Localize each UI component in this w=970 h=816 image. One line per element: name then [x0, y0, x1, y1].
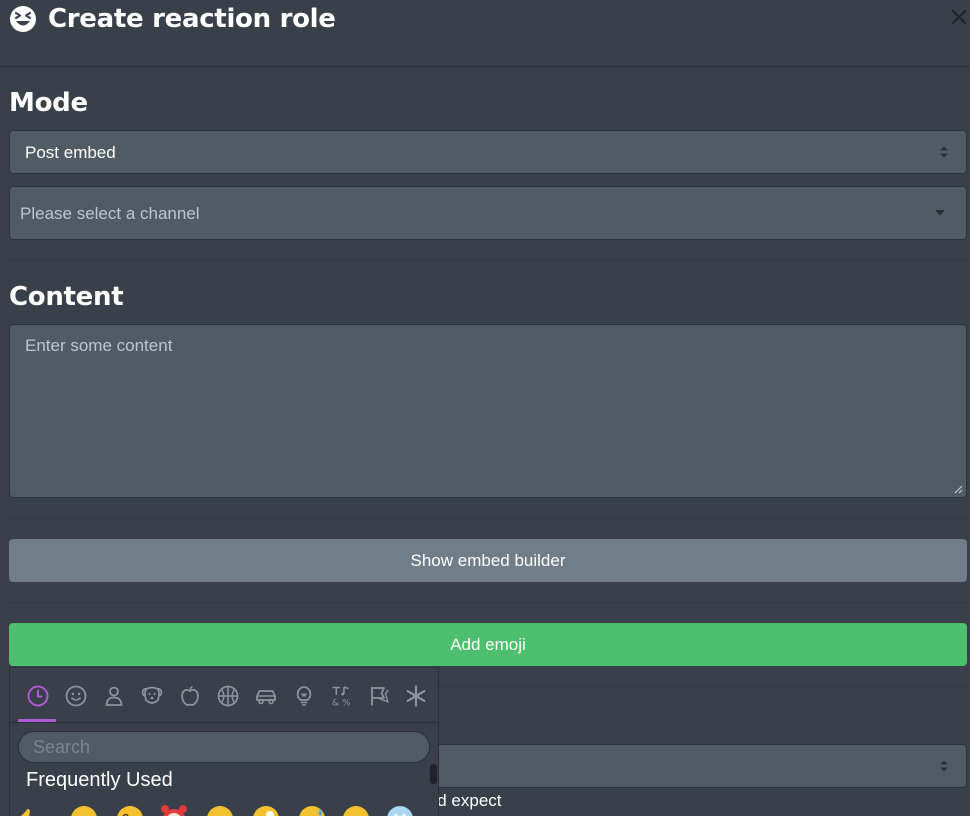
- frequently-used-icon[interactable]: [26, 684, 50, 708]
- frequently-used-label: Frequently Used: [26, 769, 173, 791]
- emoji-search-input[interactable]: [18, 731, 430, 763]
- add-emoji-button[interactable]: Add emoji: [9, 623, 967, 666]
- chevron-down-icon: [935, 210, 945, 216]
- resize-grip-icon[interactable]: [954, 485, 963, 494]
- content-heading: Content: [9, 282, 124, 312]
- animals-icon[interactable]: [140, 684, 164, 708]
- people-icon[interactable]: [102, 684, 126, 708]
- symbols-icon[interactable]: & %: [330, 684, 354, 708]
- show-embed-builder-button[interactable]: Show embed builder: [9, 539, 967, 582]
- thumbs-up-emoji[interactable]: [20, 805, 40, 816]
- divider: [9, 260, 967, 261]
- travel-icon[interactable]: [254, 684, 278, 708]
- mode-heading: Mode: [9, 88, 88, 118]
- svg-text:%: %: [342, 699, 351, 709]
- channel-select-placeholder: Please select a channel: [20, 204, 200, 223]
- modal-header: Create reaction role: [0, 0, 970, 67]
- food-icon[interactable]: [178, 684, 202, 708]
- modal-title: Create reaction role: [48, 4, 336, 34]
- activities-icon[interactable]: [216, 684, 240, 708]
- custom-icon[interactable]: [404, 684, 428, 708]
- sweat-smile-emoji[interactable]: [298, 805, 326, 816]
- grinning-squint-face-icon: [10, 6, 36, 32]
- emoji-category-bar: & %: [10, 668, 438, 723]
- mode-select-value: Post embed: [25, 143, 116, 162]
- mode-select[interactable]: Post embed: [9, 130, 967, 174]
- neutral-face-emoji[interactable]: [206, 805, 234, 816]
- laughing-emoji[interactable]: [70, 805, 98, 816]
- divider: [439, 686, 967, 687]
- alarm-clock-emoji[interactable]: [160, 805, 188, 816]
- divider: [9, 602, 967, 603]
- content-textarea[interactable]: Enter some content: [9, 324, 967, 498]
- channel-select[interactable]: Please select a channel: [9, 186, 967, 240]
- hint-text: 'd expect: [434, 791, 502, 810]
- content-textarea-placeholder: Enter some content: [25, 336, 173, 355]
- flags-icon[interactable]: [368, 684, 392, 708]
- close-icon[interactable]: [950, 8, 968, 26]
- emoji-scrollbar[interactable]: [430, 764, 437, 784]
- svg-text:&: &: [332, 699, 339, 709]
- emoji-picker: & % Frequently Used: [9, 667, 439, 816]
- cold-face-emoji[interactable]: [386, 805, 414, 816]
- select-behind-picker[interactable]: [430, 744, 967, 788]
- select-arrows-icon: [940, 146, 948, 158]
- smileys-icon[interactable]: [64, 684, 88, 708]
- divider: [9, 518, 967, 519]
- select-arrows-icon: [940, 760, 948, 772]
- objects-icon[interactable]: [292, 684, 316, 708]
- winking-emoji[interactable]: [116, 805, 144, 816]
- zany-face-emoji[interactable]: [252, 805, 280, 816]
- active-category-indicator: [18, 719, 56, 722]
- create-reaction-role-modal: Create reaction role Mode Post embed Ple…: [0, 0, 970, 816]
- relieved-face-emoji[interactable]: [342, 805, 370, 816]
